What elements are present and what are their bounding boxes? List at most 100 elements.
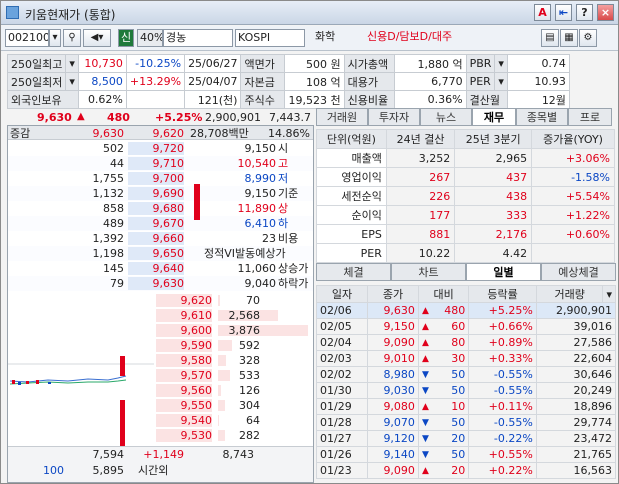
daily-date: 01/26 bbox=[315, 446, 369, 463]
dropdown-icon[interactable]: ▾ bbox=[494, 72, 508, 91]
ask-stat-label: 상 bbox=[278, 202, 289, 215]
daily-row[interactable]: 01/28 9,070 ▼ 50 -0.55% 29,774 bbox=[315, 414, 617, 431]
daily-rate: +0.11% bbox=[468, 398, 537, 415]
daily-table: 일자 종가 대비 등락률 거래량 ▾ 02/06 9,630 ▲ 480 +5.25% 2,900,9… bbox=[315, 285, 617, 479]
daily-row[interactable]: 01/26 9,140 ▼ 50 +0.55% 21,765 bbox=[315, 446, 617, 463]
tab-2[interactable]: 투자자 bbox=[368, 108, 420, 126]
daily-row[interactable]: 02/06 9,630 ▲ 480 +5.25% 2,900,901 bbox=[315, 302, 617, 319]
daily-row[interactable]: 02/05 9,150 ▲ 60 +0.66% 39,016 bbox=[315, 318, 617, 335]
fin-cell: 333 bbox=[454, 205, 533, 225]
tab-bottom-3[interactable]: 일별 bbox=[466, 263, 541, 281]
search-icon[interactable]: ⚲ bbox=[63, 29, 81, 47]
ask-stat-value: 9,040 bbox=[244, 277, 277, 290]
bid-price[interactable]: 9,580 bbox=[156, 354, 212, 367]
bid-price[interactable]: 9,570 bbox=[156, 369, 212, 382]
ask-qty: 1,392 bbox=[92, 232, 125, 245]
ask-stat-label: 하락가 bbox=[278, 277, 309, 290]
after-hours-label[interactable]: 시간외 bbox=[138, 464, 168, 477]
bid-price[interactable]: 9,590 bbox=[156, 339, 212, 352]
fin-header-cell: 단위(억원) bbox=[316, 129, 387, 149]
ask-stat-label: 시 bbox=[278, 142, 289, 155]
daily-date: 01/29 bbox=[315, 398, 369, 415]
down-arrow-icon: ▼ bbox=[417, 446, 433, 463]
layout-icon[interactable]: ▦ bbox=[560, 29, 578, 47]
dropdown-icon[interactable]: ▾ bbox=[494, 54, 508, 73]
fin-cell: 매출액 bbox=[316, 148, 387, 168]
ask-price[interactable]: 9,680 bbox=[128, 202, 184, 215]
daily-diff: 60 bbox=[432, 318, 470, 335]
dropdown-icon[interactable]: ▾ bbox=[65, 72, 79, 91]
daily-header-cell: 거래량 bbox=[535, 285, 604, 303]
info-cell: 결산월 bbox=[465, 90, 508, 109]
sound-icon[interactable]: ◀▾ bbox=[83, 29, 111, 47]
footer-left-value: 100 bbox=[43, 464, 64, 477]
ask-price[interactable]: 9,660 bbox=[128, 232, 184, 245]
ask-stat-value: 10,540 bbox=[237, 157, 277, 170]
daily-row[interactable]: 01/30 9,030 ▼ 50 -0.55% 20,249 bbox=[315, 382, 617, 399]
ask-price[interactable]: 9,670 bbox=[128, 217, 184, 230]
bid-price[interactable]: 9,540 bbox=[156, 414, 212, 427]
info-cell: 1,880 억 bbox=[393, 54, 467, 73]
ask-qty: 44 bbox=[110, 157, 124, 170]
daily-row[interactable]: 01/29 9,080 ▲ 10 +0.11% 18,896 bbox=[315, 398, 617, 415]
daily-date: 02/05 bbox=[315, 318, 369, 335]
dropdown-icon[interactable]: ▾ bbox=[602, 285, 616, 303]
ask-price[interactable]: 9,650 bbox=[128, 247, 184, 260]
pin-button[interactable]: ⇤ bbox=[555, 4, 572, 21]
tab-1[interactable]: 거래원 bbox=[316, 108, 368, 126]
info-cell: 액면가 bbox=[240, 54, 286, 73]
stock-name[interactable]: 경농 bbox=[163, 29, 233, 47]
tab-6[interactable]: 프로 bbox=[568, 108, 612, 126]
bid-price[interactable]: 9,610 bbox=[156, 309, 212, 322]
app-icon bbox=[6, 6, 19, 19]
bid-price[interactable]: 9,620 bbox=[156, 294, 212, 307]
ask-price[interactable]: 9,700 bbox=[128, 172, 184, 185]
daily-row[interactable]: 02/04 9,090 ▲ 80 +0.89% 27,586 bbox=[315, 334, 617, 351]
daily-volume: 21,765 bbox=[535, 446, 617, 463]
ask-price[interactable]: 9,690 bbox=[128, 187, 184, 200]
ask-price[interactable]: 9,630 bbox=[128, 277, 184, 290]
fin-cell: 267 bbox=[385, 167, 456, 187]
daily-close: 9,630 bbox=[367, 302, 419, 319]
alert-button[interactable]: A bbox=[534, 4, 551, 21]
daily-diff: 20 bbox=[432, 462, 470, 479]
daily-close: 9,010 bbox=[367, 350, 419, 367]
bid-price[interactable]: 9,550 bbox=[156, 399, 212, 412]
fin-header-cell: 25년 3분기 bbox=[454, 129, 533, 149]
daily-volume: 27,586 bbox=[535, 334, 617, 351]
tab-bottom-2[interactable]: 차트 bbox=[391, 263, 466, 281]
tab-5[interactable]: 종목별 bbox=[516, 108, 568, 126]
gear-icon[interactable]: ⚙ bbox=[579, 29, 597, 47]
tab-4[interactable]: 재무 bbox=[472, 108, 516, 126]
bid-price[interactable]: 9,530 bbox=[156, 429, 212, 442]
help-button[interactable]: ? bbox=[576, 4, 593, 21]
document-icon[interactable]: ▤ bbox=[541, 29, 559, 47]
daily-row[interactable]: 02/03 9,010 ▲ 30 +0.33% 22,604 bbox=[315, 350, 617, 367]
daily-rate: -0.55% bbox=[468, 414, 537, 431]
hoga-header-price: 9,630 bbox=[92, 127, 125, 140]
daily-volume: 23,472 bbox=[535, 430, 617, 447]
ask-price[interactable]: 9,720 bbox=[128, 142, 184, 155]
total-diff: +1,149 bbox=[143, 448, 184, 461]
daily-close: 9,090 bbox=[367, 462, 419, 479]
code-dropdown-icon[interactable]: ▾ bbox=[49, 29, 61, 47]
ask-price[interactable]: 9,640 bbox=[128, 262, 184, 275]
price-bar: 9,630 ▲ 480 +5.25% 2,900,901 7,443.7 bbox=[7, 110, 314, 125]
dropdown-icon[interactable]: ▾ bbox=[65, 54, 79, 73]
daily-rate: +0.89% bbox=[468, 334, 537, 351]
daily-row[interactable]: 01/27 9,120 ▼ 20 -0.22% 23,472 bbox=[315, 430, 617, 447]
ask-price[interactable]: 9,710 bbox=[128, 157, 184, 170]
tab-bottom-4[interactable]: 예상체결 bbox=[541, 263, 616, 281]
bid-price[interactable]: 9,600 bbox=[156, 324, 212, 337]
daily-row[interactable]: 02/02 8,980 ▼ 50 -0.55% 30,646 bbox=[315, 366, 617, 383]
info-cell: 25/04/07 bbox=[184, 72, 242, 91]
bid-price[interactable]: 9,560 bbox=[156, 384, 212, 397]
tab-bottom-1[interactable]: 체결 bbox=[316, 263, 391, 281]
tab-3[interactable]: 뉴스 bbox=[420, 108, 472, 126]
stock-code-input[interactable]: 002100 bbox=[5, 29, 49, 47]
bid-qty: 533 bbox=[239, 369, 260, 382]
info-cell: 0.62% bbox=[77, 90, 127, 109]
ask-qty: 79 bbox=[110, 277, 124, 290]
daily-row[interactable]: 01/23 9,090 ▲ 20 +0.22% 16,563 bbox=[315, 462, 617, 479]
close-button[interactable]: × bbox=[597, 4, 614, 21]
